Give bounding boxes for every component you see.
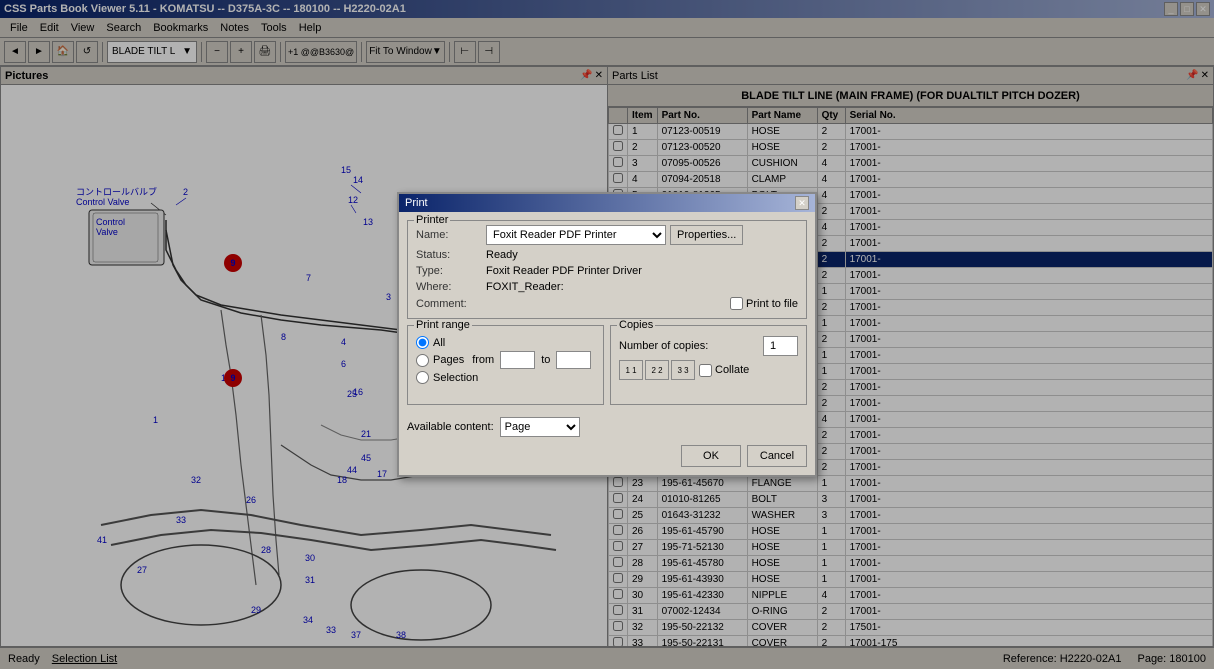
page-btn-3[interactable]: 3 3 [671, 360, 695, 380]
print-range-title: Print range [414, 319, 472, 331]
comment-row: Comment: Print to file [416, 297, 798, 310]
all-radio[interactable] [416, 336, 429, 349]
collate-checkbox[interactable] [699, 364, 712, 377]
comment-label: Comment: [416, 298, 486, 310]
status-value: Ready [486, 249, 798, 261]
dialog-body: Printer Name: Foxit Reader PDF Printer P… [399, 212, 815, 475]
selection-label: Selection [433, 372, 478, 384]
all-label: All [433, 337, 445, 349]
type-row: Type: Foxit Reader PDF Printer Driver [416, 265, 798, 277]
selection-radio[interactable] [416, 371, 429, 384]
print-range-group: Print range All Pages from to [407, 325, 604, 405]
where-row: Where: FOXIT_Reader: [416, 281, 798, 293]
print-content-row: Available content: Page [407, 417, 807, 437]
status-label: Status: [416, 249, 486, 261]
from-input[interactable] [500, 351, 535, 369]
status-row: Status: Ready [416, 249, 798, 261]
print-dialog-overlay: Print ✕ Printer Name: Foxit Reader PDF P… [0, 0, 1214, 669]
type-label: Type: [416, 265, 486, 277]
page-btn-2[interactable]: 2 2 [645, 360, 669, 380]
collate-label: Collate [699, 364, 749, 377]
all-radio-row: All [416, 336, 595, 349]
pages-label: Pages [433, 354, 464, 366]
dialog-title: Print [405, 197, 428, 209]
dialog-close-btn[interactable]: ✕ [795, 196, 809, 210]
print-dialog: Print ✕ Printer Name: Foxit Reader PDF P… [397, 192, 817, 477]
cancel-button[interactable]: Cancel [747, 445, 807, 467]
ok-button[interactable]: OK [681, 445, 741, 467]
pages-radio-row: Pages from to [416, 351, 595, 369]
copies-spinner[interactable] [763, 336, 798, 356]
printer-select[interactable]: Foxit Reader PDF Printer [486, 225, 666, 245]
printer-group: Printer Name: Foxit Reader PDF Printer P… [407, 220, 807, 319]
properties-button[interactable]: Properties... [670, 225, 743, 245]
printer-name-row: Name: Foxit Reader PDF Printer Propertie… [416, 225, 798, 245]
to-input[interactable] [556, 351, 591, 369]
num-copies-label: Number of copies: [619, 340, 763, 352]
dialog-title-bar: Print ✕ [399, 194, 815, 212]
to-label: to [539, 354, 552, 366]
from-label: from [472, 354, 494, 366]
dialog-buttons: OK Cancel [407, 445, 807, 467]
available-content-select[interactable]: Page [500, 417, 580, 437]
copies-count-row: Number of copies: [619, 336, 798, 356]
copies-group: Copies Number of copies: 1 1 2 2 3 3 [610, 325, 807, 405]
page-buttons: 1 1 2 2 3 3 [619, 360, 695, 380]
page-btn-1[interactable]: 1 1 [619, 360, 643, 380]
where-label: Where: [416, 281, 486, 293]
available-content-label: Available content: [407, 421, 494, 433]
copies-title: Copies [617, 319, 655, 331]
where-value: FOXIT_Reader: [486, 281, 798, 293]
name-label: Name: [416, 229, 486, 241]
pages-radio[interactable] [416, 354, 429, 367]
printer-group-title: Printer [414, 214, 450, 226]
type-value: Foxit Reader PDF Printer Driver [486, 265, 798, 277]
print-to-file-label: Print to file [730, 297, 798, 310]
print-to-file-checkbox[interactable] [730, 297, 743, 310]
selection-radio-row: Selection [416, 371, 595, 384]
